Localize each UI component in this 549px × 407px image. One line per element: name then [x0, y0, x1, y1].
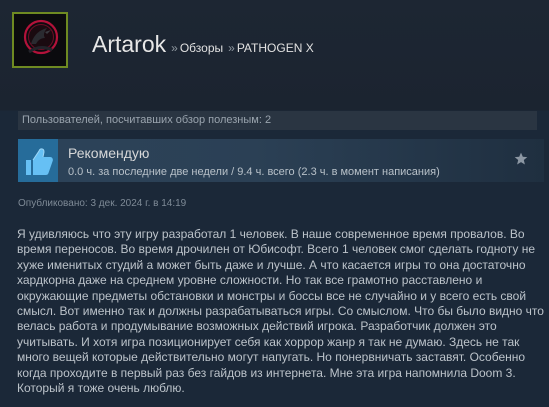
thumbs-up-icon: [18, 139, 58, 182]
breadcrumb-reviews[interactable]: Обзоры: [180, 41, 223, 55]
review-header: Artarok» Обзоры» PATHOGEN X: [0, 0, 549, 92]
playtime-hours: 0.0 ч. за последние две недели / 9.4 ч. …: [68, 166, 440, 178]
breadcrumb-separator: »: [228, 41, 235, 55]
breadcrumb-separator: »: [171, 41, 178, 55]
published-date: Опубликовано: 3 дек. 2024 г. в 14:19: [18, 198, 187, 209]
red-bird-avatar-icon: [14, 14, 66, 66]
breadcrumb-game[interactable]: PATHOGEN X: [237, 41, 314, 55]
recommendation-panel: Рекомендую 0.0 ч. за последние две недел…: [18, 139, 544, 182]
recommendation-label[interactable]: Рекомендую: [68, 145, 149, 162]
helpful-count: Пользователей, посчитавших обзор полезны…: [18, 111, 537, 130]
review-page: Artarok» Обзоры» PATHOGEN X Пользователей,…: [0, 0, 549, 407]
avatar[interactable]: [12, 12, 68, 68]
user-title: Artarok» Обзоры» PATHOGEN X: [92, 31, 314, 57]
user-name[interactable]: Artarok: [92, 31, 166, 57]
star-icon[interactable]: [514, 152, 528, 166]
review-body: Я удивляюсь что эту игру разработал 1 че…: [17, 227, 544, 396]
